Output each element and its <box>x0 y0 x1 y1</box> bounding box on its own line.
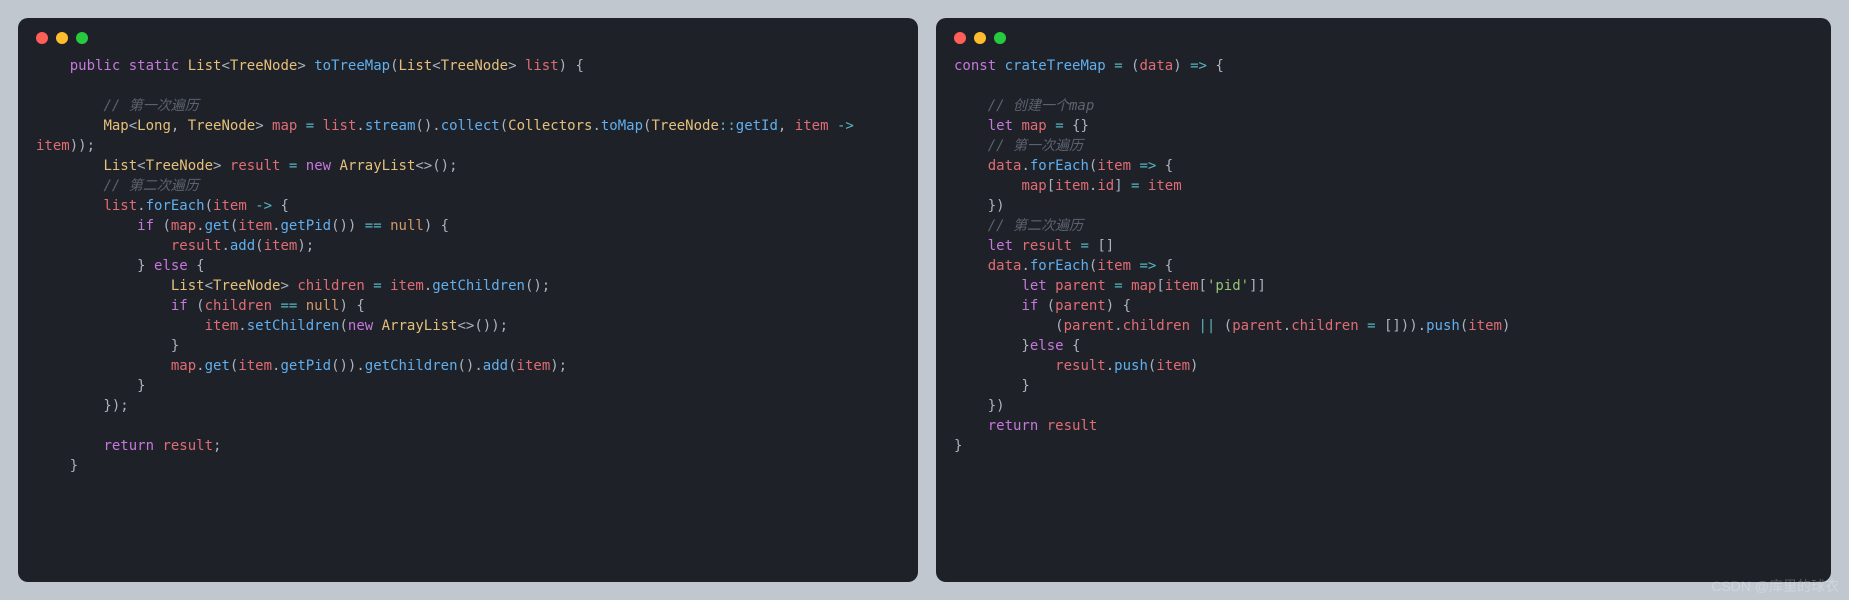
window-controls <box>36 32 900 44</box>
close-icon[interactable] <box>954 32 966 44</box>
close-icon[interactable] <box>36 32 48 44</box>
code-panel-right: const crateTreeMap = (data) => { // 创建一个… <box>936 18 1831 582</box>
minimize-icon[interactable] <box>974 32 986 44</box>
code-block-right[interactable]: const crateTreeMap = (data) => { // 创建一个… <box>954 56 1813 456</box>
code-panel-left: public static List<TreeNode> toTreeMap(L… <box>18 18 918 582</box>
maximize-icon[interactable] <box>994 32 1006 44</box>
maximize-icon[interactable] <box>76 32 88 44</box>
code-block-left[interactable]: public static List<TreeNode> toTreeMap(L… <box>36 56 900 476</box>
minimize-icon[interactable] <box>56 32 68 44</box>
window-controls <box>954 32 1813 44</box>
